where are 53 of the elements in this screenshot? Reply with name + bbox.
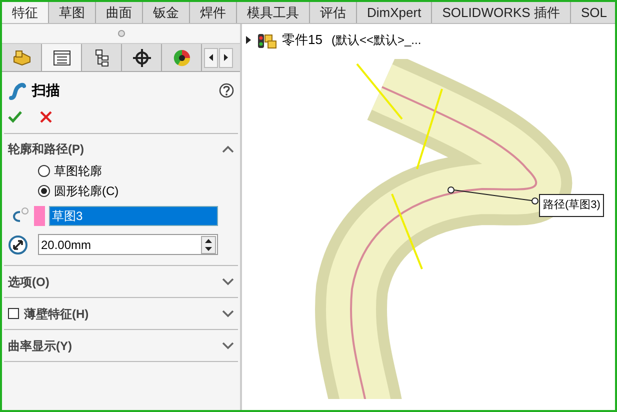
expand-icon[interactable]	[222, 278, 234, 286]
section-title: 轮廓和路径(P)	[8, 141, 85, 158]
panel-tab[interactable]	[42, 44, 82, 71]
diameter-icon	[8, 234, 28, 254]
ribbon-tab[interactable]: DimXpert	[357, 2, 432, 23]
section-title: 薄壁特征(H)	[24, 306, 90, 322]
radio-button[interactable]	[38, 185, 50, 197]
ribbon-tab[interactable]: 模具工具	[237, 2, 310, 23]
scroll-left-button[interactable]	[204, 48, 218, 68]
sweep-icon	[8, 82, 26, 100]
close-icon[interactable]	[40, 111, 52, 123]
radio-option[interactable]: 圆形轮廓(C)	[38, 182, 240, 200]
collapse-icon[interactable]	[222, 145, 234, 153]
expand-icon[interactable]	[222, 342, 234, 350]
tree-icon	[94, 48, 108, 66]
color-ball-icon	[172, 48, 190, 66]
ribbon-tab[interactable]: 评估	[310, 2, 357, 23]
ribbon-tab[interactable]: 焊件	[190, 2, 237, 23]
splitter-handle-icon[interactable]	[118, 30, 124, 37]
expand-arrow-icon[interactable]	[246, 36, 252, 44]
part-name[interactable]: 零件15	[282, 30, 322, 50]
diameter-field[interactable]: 20.00mm	[38, 234, 218, 255]
radio-button[interactable]	[38, 165, 50, 177]
up-arrow-icon	[205, 238, 212, 242]
crosshair-icon	[132, 48, 150, 66]
ribbon-tab[interactable]: 草图	[49, 2, 96, 23]
radio-option[interactable]: 草图轮廓	[38, 162, 240, 180]
feature-title: 扫描	[32, 81, 61, 100]
help-icon[interactable]	[219, 83, 234, 98]
diameter-value: 20.00mm	[40, 236, 92, 254]
down-arrow-icon	[205, 246, 212, 250]
ribbon-tab[interactable]: 钣金	[143, 2, 190, 23]
ribbon-tab[interactable]: SOLIDWORKS 插件	[432, 2, 571, 23]
spin-buttons[interactable]	[201, 236, 216, 254]
cube-icon	[12, 50, 30, 66]
path-field[interactable]: 草图3	[49, 206, 218, 226]
ribbon-tab[interactable]: 曲面	[96, 2, 143, 23]
configuration-label: (默认<<默认>_...	[331, 32, 422, 49]
list-icon	[52, 50, 70, 66]
radio-label: 草图轮廓	[54, 163, 102, 180]
callout-label: 路径(草图3)	[539, 194, 604, 216]
checkbox[interactable]	[8, 308, 19, 319]
radio-label: 圆形轮廓(C)	[54, 183, 119, 200]
expand-icon[interactable]	[222, 310, 234, 318]
profile-color-swatch	[34, 206, 45, 226]
section-title: 选项(O)	[8, 274, 50, 290]
ribbon-tab[interactable]: SOL	[570, 2, 615, 23]
ribbon-tab[interactable]: 特征	[2, 2, 49, 23]
section-title: 曲率显示(Y)	[8, 338, 73, 354]
scroll-right-button[interactable]	[219, 48, 233, 68]
left-arrow-icon	[209, 54, 213, 61]
right-arrow-icon	[224, 54, 228, 61]
checkmark-icon[interactable]	[8, 111, 22, 123]
